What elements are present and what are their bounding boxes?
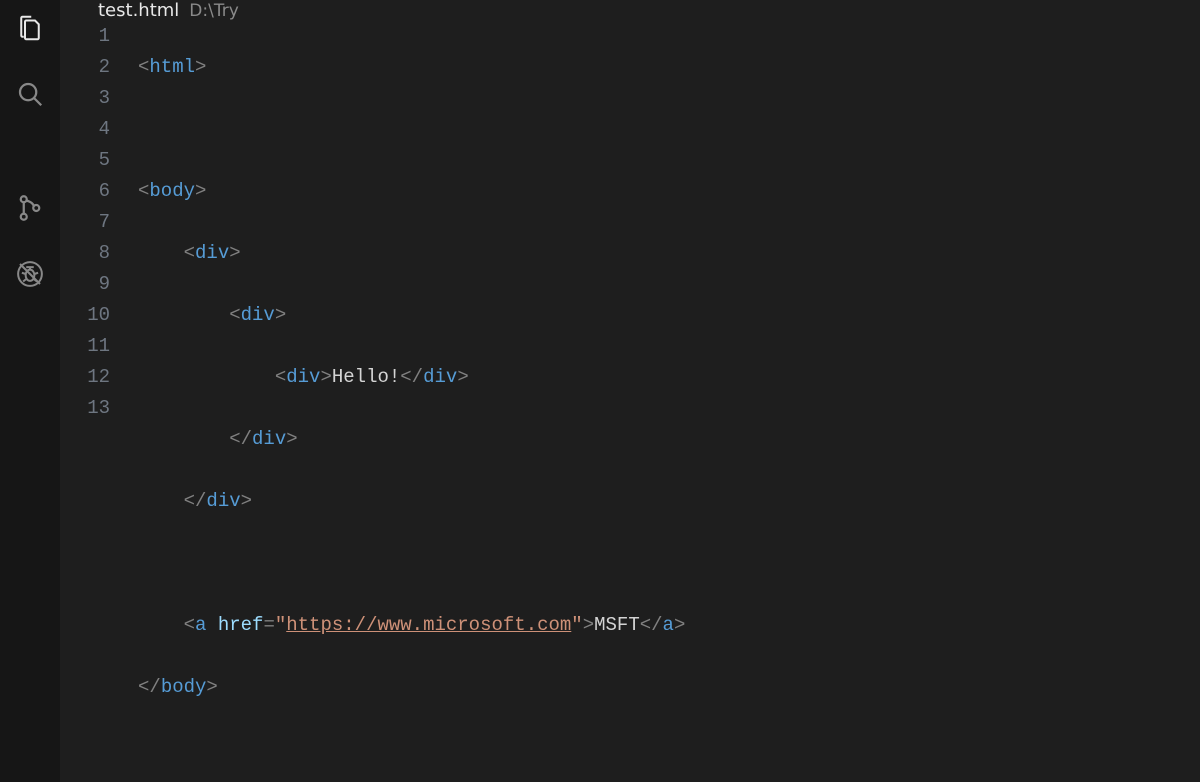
line-number: 5 <box>60 145 110 176</box>
search-icon[interactable] <box>12 76 48 112</box>
activity-bar <box>0 0 60 782</box>
debug-icon[interactable] <box>12 256 48 292</box>
line-number: 2 <box>60 52 110 83</box>
line-number: 7 <box>60 207 110 238</box>
line-number: 3 <box>60 83 110 114</box>
editor-body[interactable]: 1 2 3 4 5 6 7 8 9 10 11 12 13 <html> <bo… <box>60 21 1200 782</box>
line-number: 8 <box>60 238 110 269</box>
line-number: 10 <box>60 300 110 331</box>
code-content[interactable]: <html> <body> <div> <div> <div>Hello!</d… <box>138 21 1200 782</box>
line-gutter: 1 2 3 4 5 6 7 8 9 10 11 12 13 <box>60 21 138 782</box>
source-control-icon[interactable] <box>12 190 48 226</box>
file-path: D:\Try <box>189 1 238 21</box>
file-name: test.html <box>98 0 179 21</box>
line-number: 4 <box>60 114 110 145</box>
line-number: 1 <box>60 21 110 52</box>
line-number: 13 <box>60 393 110 424</box>
line-number: 9 <box>60 269 110 300</box>
line-number: 12 <box>60 362 110 393</box>
line-number: 6 <box>60 176 110 207</box>
line-number: 11 <box>60 331 110 362</box>
tab-header[interactable]: test.html D:\Try <box>60 0 1200 21</box>
editor-region: test.html D:\Try 1 2 3 4 5 6 7 8 9 10 11… <box>60 0 1200 782</box>
explorer-icon[interactable] <box>12 10 48 46</box>
